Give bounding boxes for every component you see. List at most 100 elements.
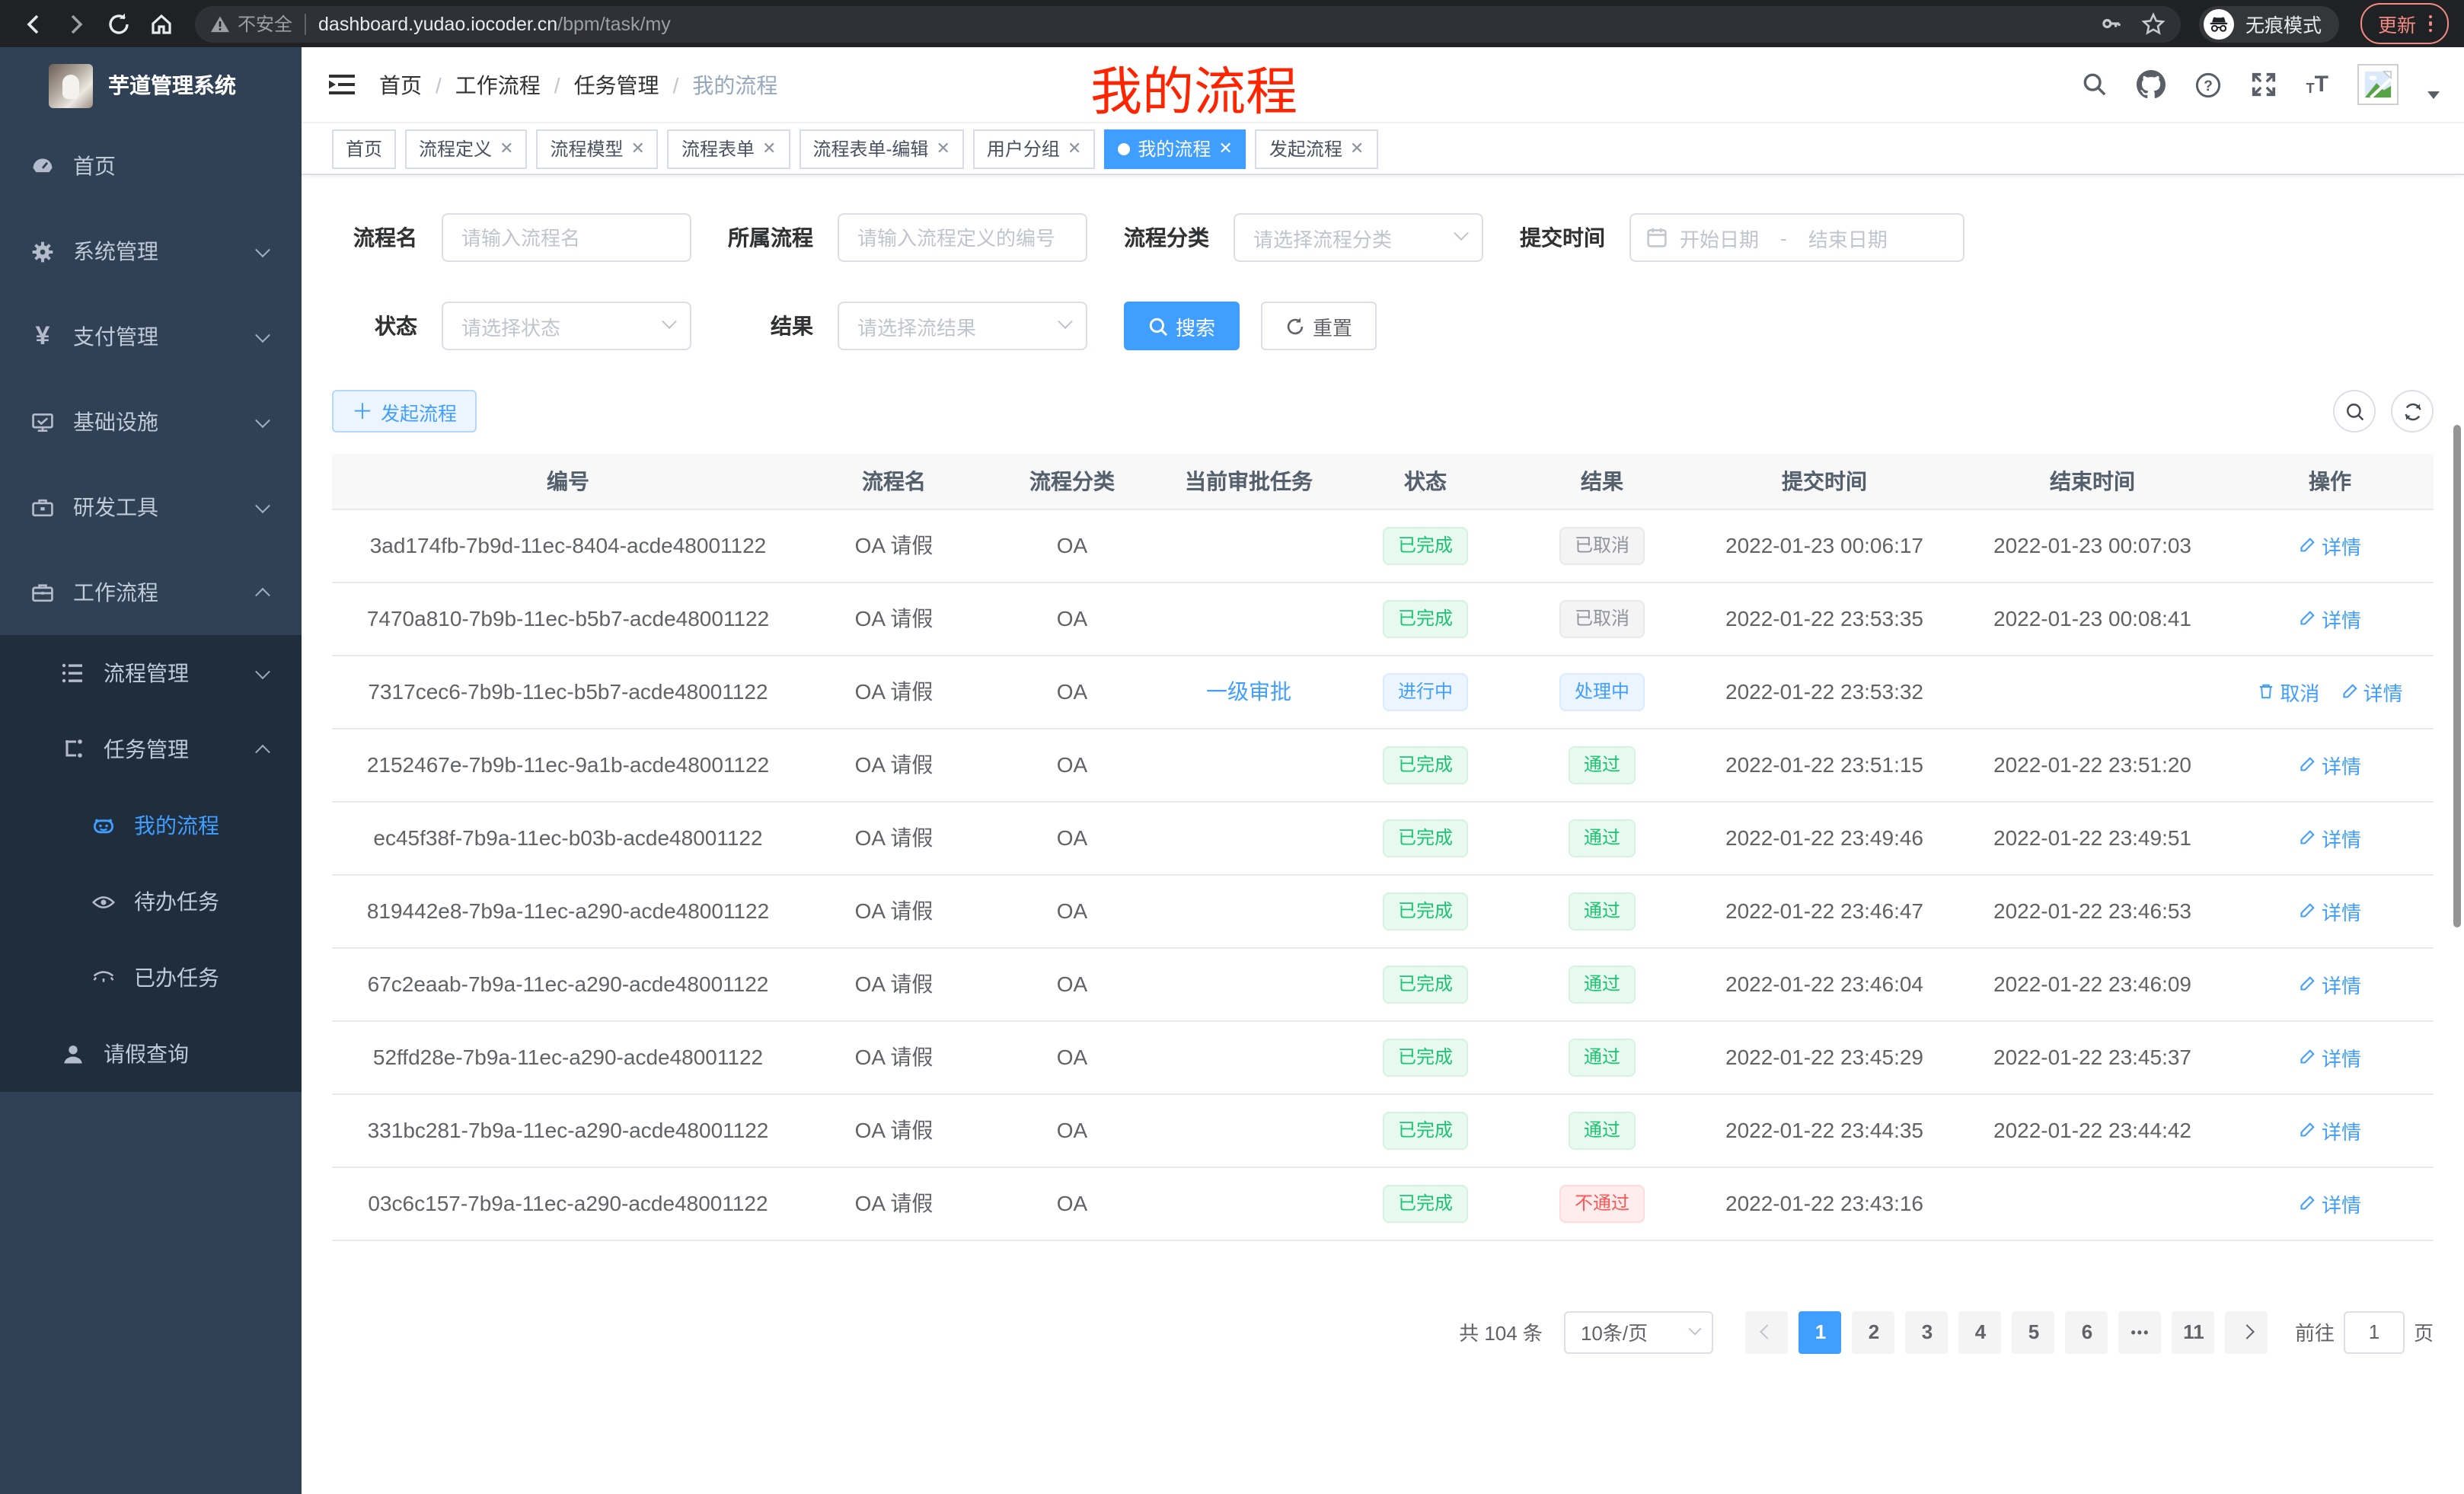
close-icon[interactable]: ✕ bbox=[500, 139, 513, 158]
navbar: 首页 / 工作流程 / 任务管理 / 我的流程 我的流程 ? TT bbox=[302, 47, 2464, 123]
result-badge: 通过 bbox=[1569, 1111, 1636, 1149]
refresh-table-button[interactable] bbox=[2391, 390, 2434, 433]
forward-icon[interactable] bbox=[58, 5, 94, 42]
status-select[interactable]: 请选择状态 bbox=[442, 302, 691, 350]
page-button-11[interactable]: 11 bbox=[2172, 1310, 2215, 1353]
page-size-select[interactable]: 10条/页 bbox=[1564, 1310, 1713, 1353]
close-icon[interactable]: ✕ bbox=[936, 139, 950, 158]
sidebar-item-home[interactable]: 首页 bbox=[0, 123, 302, 209]
detail-button[interactable]: 详情 bbox=[2299, 969, 2361, 998]
sidebar-item-task-mgmt[interactable]: 任务管理 bbox=[0, 711, 302, 787]
chevron-down-icon bbox=[255, 412, 270, 427]
tab-my-process[interactable]: 我的流程✕ bbox=[1104, 129, 1246, 168]
category-select[interactable]: 请选择流程分类 bbox=[1234, 213, 1483, 262]
fullscreen-icon[interactable] bbox=[2252, 72, 2277, 97]
sidebar-item-devtools[interactable]: 研发工具 bbox=[0, 464, 302, 550]
close-icon[interactable]: ✕ bbox=[1350, 139, 1364, 158]
sidebar-toggle-icon[interactable] bbox=[302, 47, 379, 122]
tab-home[interactable]: 首页 bbox=[332, 129, 396, 168]
edit-icon bbox=[2299, 975, 2317, 993]
font-size-icon[interactable]: TT bbox=[2306, 73, 2328, 96]
chevron-down-icon bbox=[1688, 1322, 1701, 1335]
breadcrumb-task-mgmt[interactable]: 任务管理 bbox=[574, 69, 659, 100]
page-button-6[interactable]: 6 bbox=[2066, 1310, 2108, 1353]
detail-button[interactable]: 详情 bbox=[2341, 677, 2403, 706]
sidebar-item-todo-task[interactable]: 待办任务 bbox=[0, 864, 302, 940]
sidebar-item-leave-query[interactable]: 请假查询 bbox=[0, 1016, 302, 1092]
search-icon[interactable] bbox=[2083, 72, 2108, 97]
sidebar-item-system[interactable]: 系统管理 bbox=[0, 209, 302, 294]
close-icon[interactable]: ✕ bbox=[631, 139, 645, 158]
current-task-link[interactable]: 一级审批 bbox=[1160, 655, 1337, 728]
close-icon[interactable]: ✕ bbox=[1068, 139, 1081, 158]
edit-icon bbox=[2341, 682, 2359, 701]
next-page-button[interactable] bbox=[2226, 1310, 2268, 1353]
table-row: 67c2eaab-7b9a-11ec-a290-acde48001122OA 请… bbox=[332, 947, 2434, 1020]
table-toolbar: ＋ 发起流程 bbox=[332, 390, 2434, 433]
trash-icon bbox=[2257, 682, 2275, 701]
detail-button[interactable]: 详情 bbox=[2299, 531, 2361, 560]
help-icon[interactable]: ? bbox=[2195, 71, 2223, 98]
sidebar-item-workflow[interactable]: 工作流程 bbox=[0, 550, 302, 635]
reset-button[interactable]: 重置 bbox=[1261, 302, 1377, 350]
tab-process-form[interactable]: 流程表单✕ bbox=[668, 129, 790, 168]
search-button[interactable]: 搜索 bbox=[1124, 302, 1240, 350]
sidebar-item-payment[interactable]: ¥ 支付管理 bbox=[0, 294, 302, 379]
scrollbar-thumb[interactable] bbox=[2453, 425, 2461, 927]
cancel-button[interactable]: 取消 bbox=[2257, 677, 2319, 706]
edit-icon bbox=[2299, 755, 2317, 774]
key-icon[interactable] bbox=[2101, 12, 2124, 35]
tab-user-group[interactable]: 用户分组✕ bbox=[973, 129, 1095, 168]
avatar-dropdown-icon[interactable] bbox=[2427, 91, 2440, 99]
tab-start-process[interactable]: 发起流程✕ bbox=[1256, 129, 1377, 168]
home-icon[interactable] bbox=[143, 5, 180, 42]
page-button-2[interactable]: 2 bbox=[1853, 1310, 1895, 1353]
sidebar-item-infra[interactable]: 基础设施 bbox=[0, 379, 302, 464]
detail-button[interactable]: 详情 bbox=[2299, 1189, 2361, 1218]
tags-view: 首页 流程定义✕ 流程模型✕ 流程表单✕ 流程表单-编辑✕ 用户分组✕ 我的流程… bbox=[302, 123, 2464, 175]
browser-update-button[interactable]: 更新 bbox=[2361, 3, 2449, 44]
sidebar-item-my-process[interactable]: 我的流程 bbox=[0, 787, 302, 864]
create-process-button[interactable]: ＋ 发起流程 bbox=[332, 390, 477, 433]
parent-process-input[interactable] bbox=[838, 213, 1087, 262]
back-icon[interactable] bbox=[15, 5, 52, 42]
detail-button[interactable]: 详情 bbox=[2299, 896, 2361, 925]
github-icon[interactable] bbox=[2137, 70, 2166, 99]
page-button-1[interactable]: 1 bbox=[1799, 1310, 1842, 1353]
browser-menu-icon[interactable] bbox=[2428, 15, 2432, 33]
page-button-5[interactable]: 5 bbox=[2012, 1310, 2055, 1353]
detail-button[interactable]: 详情 bbox=[2299, 1116, 2361, 1144]
prev-page-button[interactable] bbox=[1746, 1310, 1789, 1353]
detail-button[interactable]: 详情 bbox=[2299, 823, 2361, 852]
reload-icon[interactable] bbox=[101, 5, 137, 42]
more-pages-button[interactable]: ••• bbox=[2119, 1310, 2162, 1353]
url-text[interactable]: dashboard.yudao.iocoder.cn/bpm/task/my bbox=[318, 13, 2089, 34]
breadcrumb-workflow[interactable]: 工作流程 bbox=[455, 69, 541, 100]
close-icon[interactable]: ✕ bbox=[1218, 139, 1232, 158]
page-button-3[interactable]: 3 bbox=[1906, 1310, 1949, 1353]
app-logo bbox=[49, 63, 93, 107]
submit-time-range-picker[interactable]: 开始日期 - 结束日期 bbox=[1629, 213, 1964, 262]
page-button-4[interactable]: 4 bbox=[1959, 1310, 2002, 1353]
process-name-input[interactable] bbox=[442, 213, 691, 262]
toggle-search-button[interactable] bbox=[2333, 390, 2376, 433]
site-security-chip[interactable]: 不安全 bbox=[210, 11, 292, 37]
result-select[interactable]: 请选择流结果 bbox=[838, 302, 1087, 350]
detail-button[interactable]: 详情 bbox=[2299, 1042, 2361, 1071]
tab-process-model[interactable]: 流程模型✕ bbox=[537, 129, 659, 168]
bookmark-star-icon[interactable] bbox=[2142, 11, 2166, 36]
avatar[interactable] bbox=[2357, 64, 2399, 105]
sidebar-item-process-mgmt[interactable]: 流程管理 bbox=[0, 635, 302, 711]
url-bar[interactable]: 不安全 dashboard.yudao.iocoder.cn/bpm/task/… bbox=[195, 5, 2182, 42]
detail-button[interactable]: 详情 bbox=[2299, 750, 2361, 779]
detail-button[interactable]: 详情 bbox=[2299, 604, 2361, 633]
breadcrumb-home[interactable]: 首页 bbox=[379, 69, 422, 100]
close-icon[interactable]: ✕ bbox=[762, 139, 776, 158]
table-header-row: 编号 流程名 流程分类 当前审批任务 状态 结果 提交时间 结束时间 操作 bbox=[332, 454, 2434, 509]
app-logo-row[interactable]: 芋道管理系统 bbox=[0, 47, 302, 123]
tab-process-definition[interactable]: 流程定义✕ bbox=[405, 129, 527, 168]
submit-time-label: 提交时间 bbox=[1520, 222, 1605, 253]
tab-process-form-edit[interactable]: 流程表单-编辑✕ bbox=[799, 129, 963, 168]
sidebar-item-done-task[interactable]: 已办任务 bbox=[0, 940, 302, 1016]
goto-page-input[interactable] bbox=[2344, 1310, 2405, 1353]
